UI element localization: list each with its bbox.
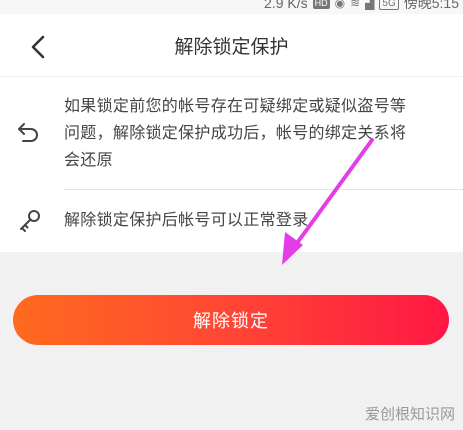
restore-description-line: 会还原	[64, 150, 113, 169]
nav-bar: 解除锁定保护	[0, 14, 463, 76]
unlock-button[interactable]: 解除锁定	[13, 295, 449, 345]
battery-icon: 5G	[379, 0, 399, 10]
signal-icon: ▟	[365, 0, 375, 10]
network-speed: 2.9 K/s	[264, 0, 308, 11]
network-badge: 5G	[382, 0, 396, 9]
status-time: 傍晚5:15	[403, 0, 459, 11]
watermark: 爱创根知识网	[364, 405, 455, 423]
hd-badge: HD	[312, 0, 330, 9]
wifi-icon: ≋	[350, 0, 361, 10]
info-card: 如果锁定前您的帐号存在可疑绑定或疑似盗号等 问题，解除锁定保护成功后，帐号的绑定…	[0, 77, 463, 252]
restore-description: 如果锁定前您的帐号存在可疑绑定或疑似盗号等 问题，解除锁定保护成功后，帐号的绑定…	[64, 92, 449, 173]
info-item-restore: 如果锁定前您的帐号存在可疑绑定或疑似盗号等 问题，解除锁定保护成功后，帐号的绑定…	[0, 77, 463, 190]
page-title: 解除锁定保护	[174, 36, 289, 58]
eye-icon: ◉	[334, 0, 346, 10]
key-icon	[20, 210, 40, 232]
status-indicators: 2.9 K/s HD ◉ ≋ ▟ 5G 傍晚5:15	[264, 0, 459, 12]
undo-icon	[18, 123, 38, 142]
restore-description-line: 如果锁定前您的帐号存在可疑绑定或疑似盗号等	[64, 96, 407, 115]
login-description: 解除锁定保护后帐号可以正常登录	[64, 210, 309, 229]
status-bar: 2.9 K/s HD ◉ ≋ ▟ 5G 傍晚5:15	[0, 0, 463, 14]
restore-description-line: 问题，解除锁定保护成功后，帐号的绑定关系将	[64, 123, 407, 142]
info-item-login: 解除锁定保护后帐号可以正常登录	[0, 190, 463, 252]
